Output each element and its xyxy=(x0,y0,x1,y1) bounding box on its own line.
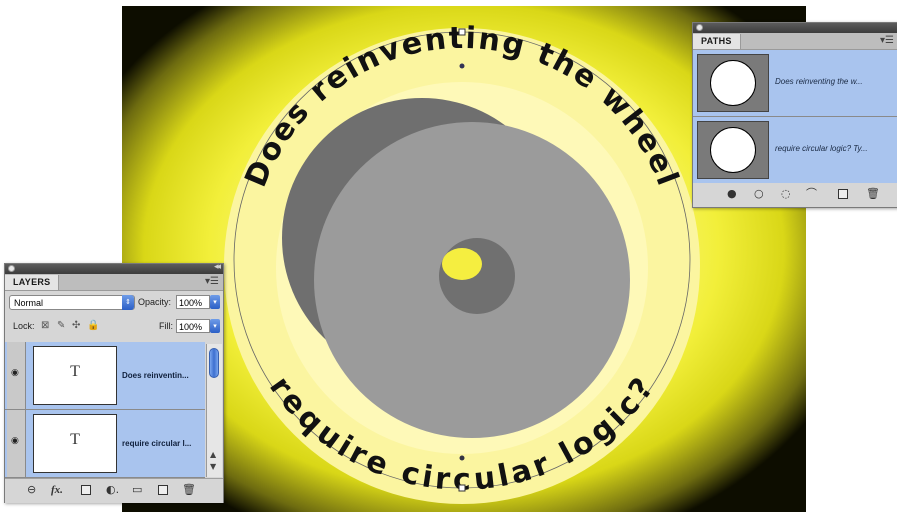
tab-paths[interactable]: PATHS xyxy=(693,34,741,49)
scroll-down-icon[interactable]: ▼ xyxy=(210,462,216,471)
wheel-hole xyxy=(442,248,482,280)
panel-menu-icon[interactable]: ▾☰ xyxy=(205,276,219,287)
scroll-up-icon[interactable]: ▲ xyxy=(210,450,216,459)
visibility-toggle[interactable]: ◉ xyxy=(7,410,26,477)
mask-icon[interactable] xyxy=(81,485,91,495)
close-icon[interactable] xyxy=(8,265,15,272)
paths-footer: ● ○ ◌ ⌒ 🗑 xyxy=(693,183,897,207)
lock-all-icon[interactable]: 🔒 xyxy=(87,320,99,332)
panel-menu-icon[interactable]: ▾☰ xyxy=(880,35,894,46)
collapse-icon[interactable]: ◂◂ xyxy=(214,262,221,272)
trash-icon[interactable]: 🗑 xyxy=(866,188,880,200)
lock-label: Lock: xyxy=(13,321,35,331)
path-thumbnail xyxy=(697,121,769,179)
chevron-updown-icon: ⇕ xyxy=(122,295,134,310)
panel-tab-row: PATHS ▾☰ xyxy=(693,33,897,50)
layer-thumbnail: T xyxy=(33,414,117,473)
load-selection-icon[interactable]: ◌ xyxy=(781,188,791,200)
opacity-dropdown-icon[interactable]: ▾ xyxy=(210,295,220,309)
layer-name[interactable]: require circular l... xyxy=(122,439,191,448)
tab-layers[interactable]: LAYERS xyxy=(5,275,60,290)
path-name: Does reinventing the w... xyxy=(775,77,863,86)
path-anchor-point[interactable] xyxy=(459,455,465,461)
path-anchor-bottom[interactable] xyxy=(458,484,466,492)
eye-icon: ◉ xyxy=(11,436,19,446)
lock-row: Lock: ⊠ ✎ ✣ 🔒 Fill: 100% ▾ xyxy=(5,316,223,338)
layer-thumbnail: T xyxy=(33,346,117,405)
layer-row[interactable]: ◉ T require circular l... xyxy=(5,410,205,478)
link-icon[interactable]: ⊖ xyxy=(27,484,36,496)
trash-icon[interactable]: 🗑 xyxy=(182,484,196,496)
path-item[interactable]: require circular logic? Ty... xyxy=(693,117,897,184)
group-icon[interactable]: ▭ xyxy=(132,484,142,496)
visibility-toggle[interactable]: ◉ xyxy=(7,342,26,409)
fill-dropdown-icon[interactable]: ▾ xyxy=(210,319,220,333)
path-item[interactable]: Does reinventing the w... xyxy=(693,50,897,117)
adjustment-icon[interactable]: ◐. xyxy=(106,484,119,496)
blend-mode-value: Normal xyxy=(14,298,44,308)
path-anchor-top[interactable] xyxy=(458,28,466,36)
close-icon[interactable] xyxy=(696,24,703,31)
fx-icon[interactable]: fx. xyxy=(51,484,63,496)
layers-panel: ◂◂ LAYERS ▾☰ Normal ⇕ Opacity: 100% ▾ Lo… xyxy=(4,262,224,503)
panel-tab-row: LAYERS ▾☰ xyxy=(5,274,223,291)
layers-scrollbar[interactable]: ▲ ▼ xyxy=(206,344,222,477)
lock-position-icon[interactable]: ✣ xyxy=(72,320,80,332)
lock-transparency-icon[interactable]: ⊠ xyxy=(41,320,49,332)
new-path-icon[interactable] xyxy=(838,189,848,199)
fill-path-icon[interactable]: ● xyxy=(727,188,737,200)
path-anchor-point[interactable] xyxy=(459,63,465,69)
layer-name[interactable]: Does reinventin... xyxy=(122,371,189,380)
paths-panel: PATHS ▾☰ Does reinventing the w... requi… xyxy=(692,22,897,208)
panel-titlebar[interactable] xyxy=(693,23,897,33)
opacity-label: Opacity: xyxy=(138,297,172,307)
lock-pixels-icon[interactable]: ✎ xyxy=(57,320,65,332)
new-layer-icon[interactable] xyxy=(158,485,168,495)
fill-label: Fill: xyxy=(159,321,173,331)
stroke-path-icon[interactable]: ○ xyxy=(754,188,764,200)
scroll-thumb[interactable] xyxy=(209,348,219,378)
blend-row: Normal ⇕ Opacity: 100% ▾ xyxy=(5,292,223,314)
path-thumbnail xyxy=(697,54,769,112)
fill-input[interactable]: 100% xyxy=(176,319,210,333)
path-name: require circular logic? Ty... xyxy=(775,144,868,153)
eye-icon: ◉ xyxy=(11,368,19,378)
layer-row[interactable]: ◉ T Does reinventin... xyxy=(5,342,205,410)
blend-mode-select[interactable]: Normal ⇕ xyxy=(9,295,135,310)
make-work-path-icon[interactable]: ⌒ xyxy=(806,188,817,200)
opacity-input[interactable]: 100% xyxy=(176,295,210,309)
panel-titlebar[interactable]: ◂◂ xyxy=(5,262,223,274)
layers-footer: ⊖ fx. ◐. ▭ 🗑 xyxy=(5,478,223,503)
